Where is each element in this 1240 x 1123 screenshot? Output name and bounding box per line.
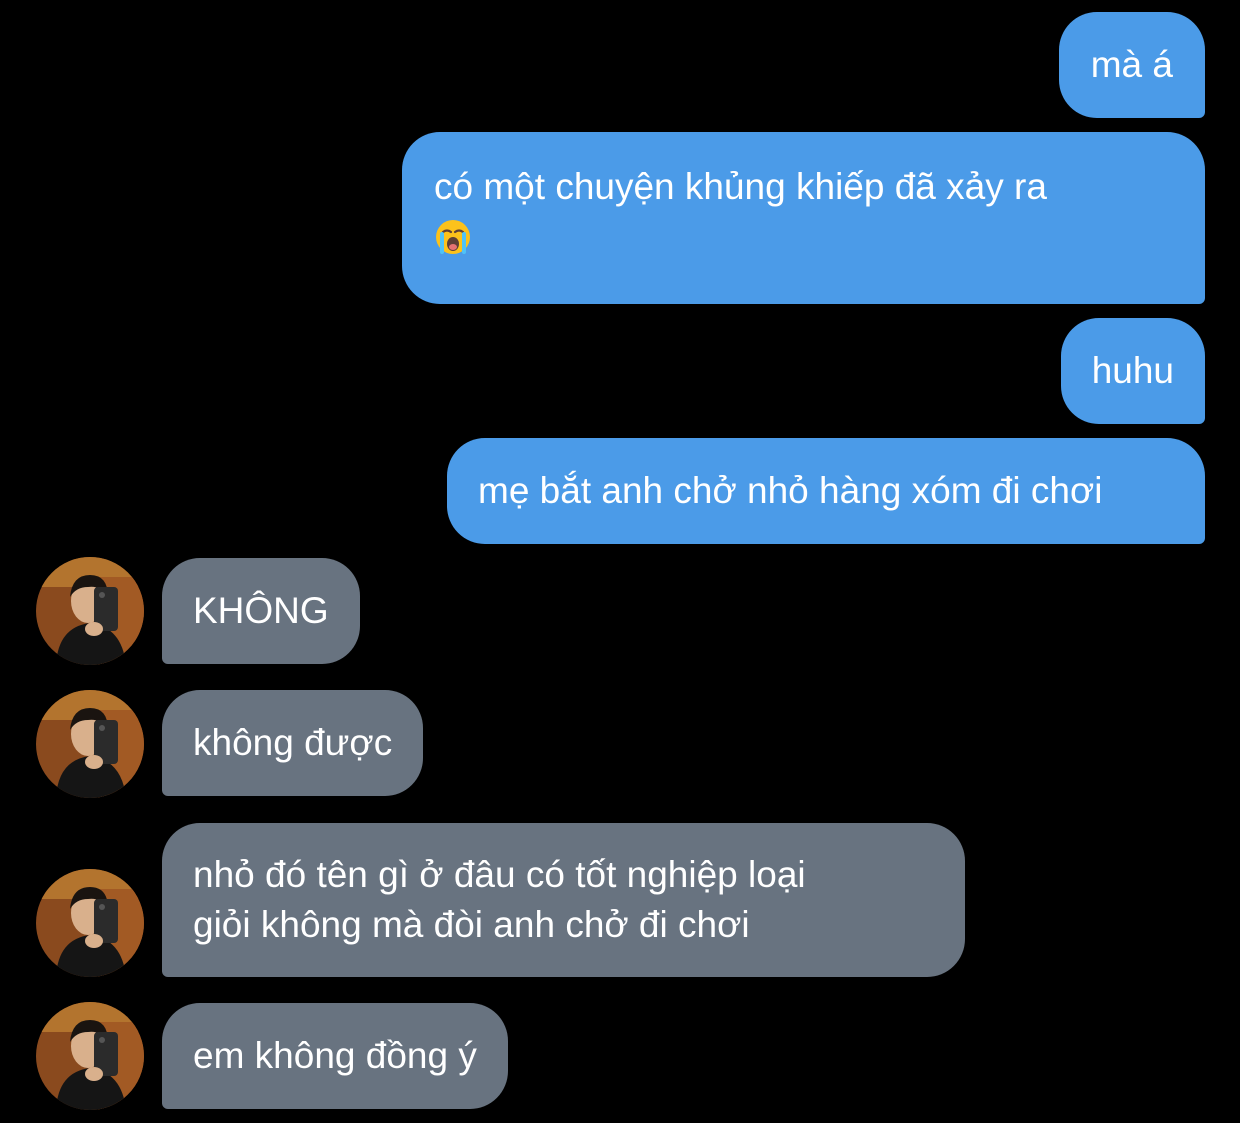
- contact-avatar[interactable]: [36, 1002, 144, 1110]
- message-bubble-sent[interactable]: mẹ bắt anh chở nhỏ hàng xóm đi chơi: [447, 438, 1205, 544]
- contact-avatar[interactable]: [36, 869, 144, 977]
- message-text: em không đồng ý: [193, 1035, 477, 1076]
- message-bubble-received[interactable]: không được: [162, 690, 424, 796]
- message-bubble-sent[interactable]: huhu: [1060, 318, 1205, 424]
- message-bubble-received[interactable]: em không đồng ý: [162, 1003, 508, 1109]
- message-text: mẹ bắt anh chở nhỏ hàng xóm đi chơi: [478, 470, 1103, 511]
- message-text-line-2: giỏi không mà đòi anh chở đi chơi: [193, 904, 750, 945]
- message-bubble-sent[interactable]: mà á: [1058, 12, 1205, 118]
- message-text: không được: [193, 722, 393, 763]
- contact-avatar[interactable]: [36, 557, 144, 665]
- loudly-crying-face-emoji: [436, 220, 470, 254]
- message-bubble-sent[interactable]: có một chuyện khủng khiếp đã xảy ra: [402, 132, 1205, 304]
- message-text: huhu: [1091, 350, 1174, 391]
- message-text: có một chuyện khủng khiếp đã xảy ra: [434, 166, 1047, 207]
- message-text-line-1: nhỏ đó tên gì ở đâu có tốt nghiệp loại: [193, 854, 806, 895]
- contact-avatar[interactable]: [36, 690, 144, 798]
- message-bubble-received[interactable]: KHÔNG: [162, 558, 360, 664]
- message-text: KHÔNG: [193, 590, 329, 631]
- message-bubble-received[interactable]: nhỏ đó tên gì ở đâu có tốt nghiệp loại g…: [162, 823, 965, 977]
- message-text: mà á: [1090, 44, 1173, 85]
